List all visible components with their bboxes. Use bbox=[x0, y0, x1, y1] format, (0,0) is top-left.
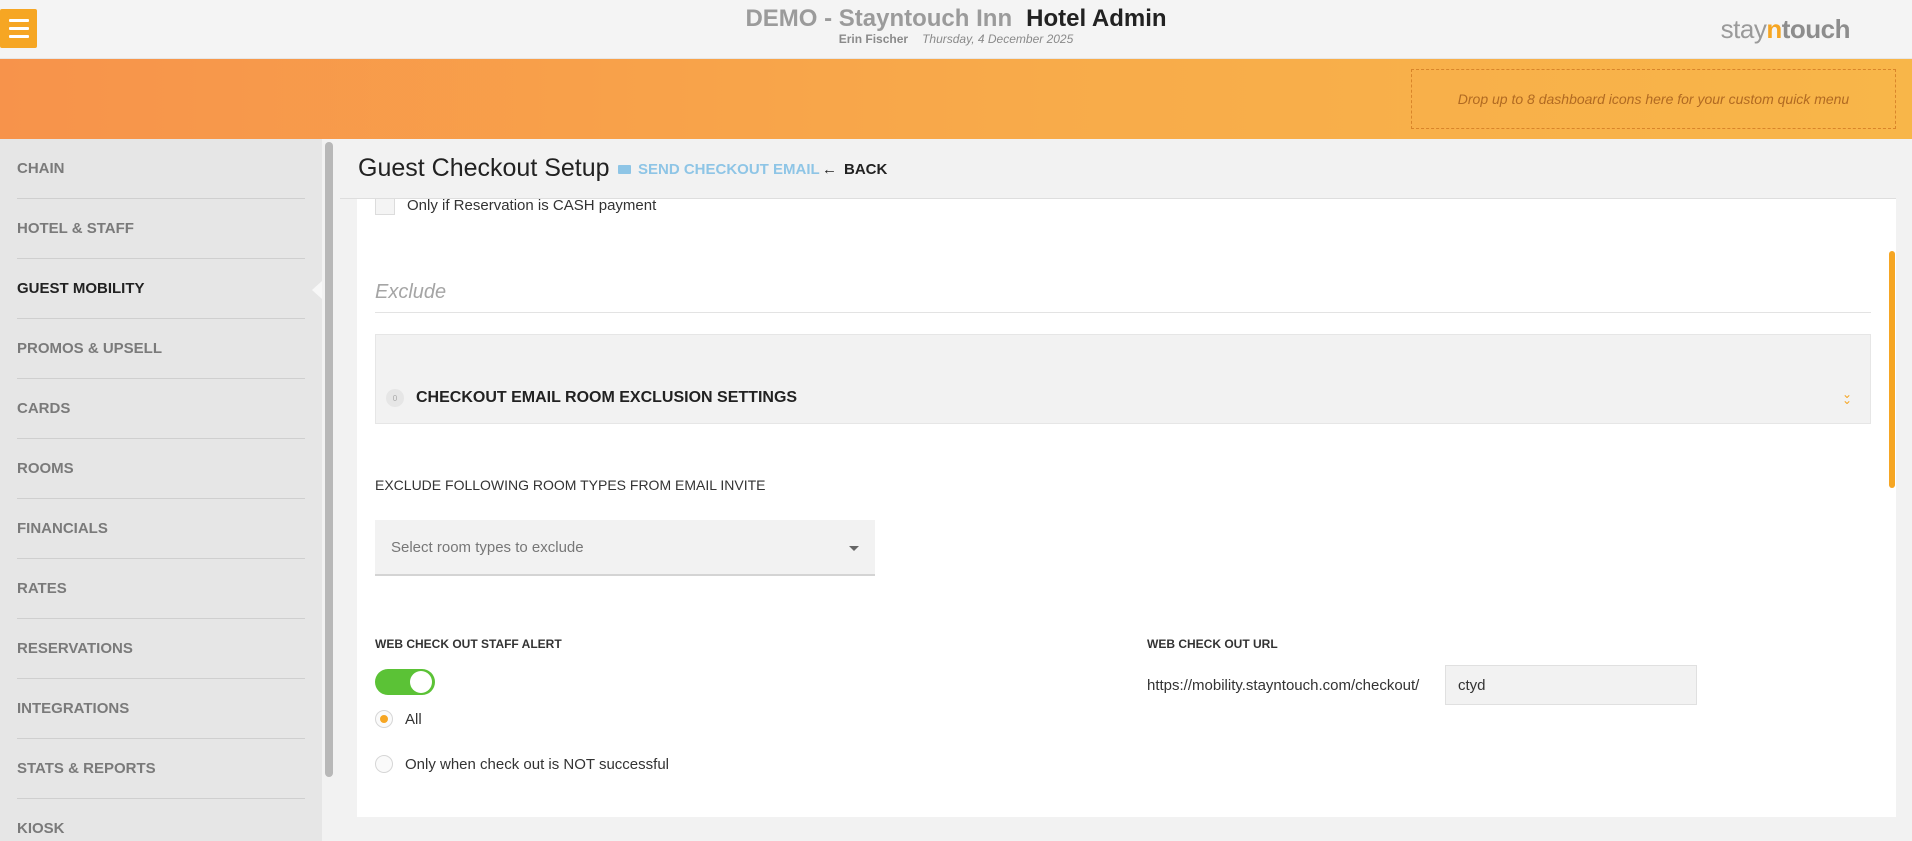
logo-part-stay: stay bbox=[1720, 14, 1767, 44]
sidebar-item-label: KIOSK bbox=[17, 820, 65, 837]
room-types-select-placeholder: Select room types to exclude bbox=[391, 538, 584, 556]
back-button[interactable]: ← BACK bbox=[822, 161, 887, 178]
top-header: DEMO - Stayntouch Inn Hotel Admin Erin Fi… bbox=[0, 0, 1912, 59]
user-name: Erin Fischer bbox=[838, 32, 909, 46]
sidebar-item-label: RESERVATIONS bbox=[17, 640, 133, 657]
main-content: Guest Checkout Setup SEND CHECKOUT EMAIL… bbox=[340, 139, 1912, 841]
sidebar-item-kiosk[interactable]: KIOSK bbox=[17, 799, 305, 841]
sidebar-item-label: RATES bbox=[17, 580, 67, 597]
checkout-url-label: WEB CHECK OUT URL bbox=[1147, 637, 1278, 651]
sidebar-item-guest-mobility[interactable]: GUEST MOBILITY bbox=[17, 259, 322, 319]
quick-menu-bar: Drop up to 8 dashboard icons here for yo… bbox=[0, 59, 1912, 139]
mail-icon bbox=[618, 165, 631, 174]
sidebar-item-promos-upsell[interactable]: PROMOS & UPSELL bbox=[17, 319, 305, 379]
staff-alert-label: WEB CHECK OUT STAFF ALERT bbox=[375, 637, 562, 651]
logo-part-touch: touch bbox=[1781, 14, 1851, 44]
main-scrollbar[interactable] bbox=[1889, 251, 1895, 488]
exclude-room-types-label: EXCLUDE FOLLOWING ROOM TYPES FROM EMAIL … bbox=[375, 477, 766, 493]
current-date: Thursday, 4 December 2025 bbox=[922, 32, 1074, 46]
stayntouch-logo: stayntouch bbox=[1720, 14, 1851, 45]
sidebar-item-chain[interactable]: CHAIN bbox=[17, 139, 305, 199]
page-header: Guest Checkout Setup SEND CHECKOUT EMAIL… bbox=[340, 139, 1896, 199]
sidebar-item-label: FINANCIALS bbox=[17, 520, 108, 537]
sidebar-item-rooms[interactable]: ROOMS bbox=[17, 439, 305, 499]
sidebar-item-label: CARDS bbox=[17, 400, 71, 417]
radio-not-successful-label: Only when check out is NOT successful bbox=[405, 755, 669, 773]
sidebar-item-label: PROMOS & UPSELL bbox=[17, 340, 163, 357]
sidebar-item-label: STATS & REPORTS bbox=[17, 760, 156, 777]
sidebar-item-label: CHAIN bbox=[17, 160, 65, 177]
page-title: Guest Checkout Setup bbox=[358, 154, 610, 182]
back-label: BACK bbox=[844, 161, 888, 178]
sidebar-item-reservations[interactable]: RESERVATIONS bbox=[17, 619, 305, 679]
sidebar-list: CHAIN HOTEL & STAFF GUEST MOBILITY PROMOS &… bbox=[0, 139, 322, 841]
send-checkout-email-label: SEND CHECKOUT EMAIL bbox=[638, 161, 820, 178]
sidebar-item-label: HOTEL & STAFF bbox=[17, 220, 134, 237]
sidebar-item-label: INTEGRATIONS bbox=[17, 700, 130, 717]
staff-alert-toggle[interactable] bbox=[375, 669, 435, 695]
room-types-select[interactable]: Select room types to exclude bbox=[375, 520, 875, 576]
app-title: DEMO - Stayntouch Inn Hotel Admin bbox=[0, 5, 1912, 33]
accordion-count-badge: 0 bbox=[386, 389, 404, 407]
settings-panel: Only if Reservation is CASH payment Excl… bbox=[357, 199, 1896, 817]
sidebar-scrollbar[interactable] bbox=[325, 142, 333, 777]
arrow-left-icon: ← bbox=[822, 161, 837, 178]
radio-all[interactable] bbox=[375, 710, 393, 728]
app-name: Hotel Admin bbox=[1026, 5, 1167, 32]
send-checkout-email-button[interactable]: SEND CHECKOUT EMAIL bbox=[618, 161, 820, 178]
staff-alert-option-not-successful[interactable]: Only when check out is NOT successful bbox=[375, 755, 669, 773]
cash-only-label: Only if Reservation is CASH payment bbox=[407, 199, 657, 214]
cash-only-checkbox[interactable] bbox=[375, 199, 395, 215]
cash-only-row[interactable]: Only if Reservation is CASH payment bbox=[375, 199, 656, 215]
toggle-knob bbox=[410, 671, 432, 693]
checkout-url-prefix: https://mobility.stayntouch.com/checkout… bbox=[1147, 677, 1420, 694]
sidebar-item-hotel-staff[interactable]: HOTEL & STAFF bbox=[17, 199, 305, 259]
radio-not-successful[interactable] bbox=[375, 755, 393, 773]
sidebar-item-integrations[interactable]: INTEGRATIONS bbox=[17, 679, 305, 739]
logo-part-n: n bbox=[1766, 14, 1782, 44]
hotel-name: DEMO - Stayntouch Inn bbox=[745, 5, 1013, 32]
room-exclusion-accordion[interactable]: 0 CHECKOUT EMAIL ROOM EXCLUSION SETTINGS… bbox=[375, 334, 1871, 424]
sidebar-item-label: ROOMS bbox=[17, 460, 74, 477]
sidebar: CHAIN HOTEL & STAFF GUEST MOBILITY PROMOS &… bbox=[0, 139, 322, 841]
staff-alert-option-all[interactable]: All bbox=[375, 710, 422, 728]
sidebar-item-stats-reports[interactable]: STATS & REPORTS bbox=[17, 739, 305, 799]
sidebar-item-label: GUEST MOBILITY bbox=[17, 280, 145, 297]
caret-down-icon bbox=[849, 546, 859, 551]
sidebar-item-cards[interactable]: CARDS bbox=[17, 379, 305, 439]
checkout-url-input[interactable] bbox=[1445, 665, 1697, 705]
sidebar-item-rates[interactable]: RATES bbox=[17, 559, 305, 619]
double-chevron-down-icon[interactable]: ⌄ ⌄ bbox=[1842, 388, 1852, 406]
app-subtitle: Erin Fischer Thursday, 4 December 2025 bbox=[0, 32, 1912, 46]
sidebar-item-financials[interactable]: FINANCIALS bbox=[17, 499, 305, 559]
radio-all-label: All bbox=[405, 710, 422, 728]
accordion-title: CHECKOUT EMAIL ROOM EXCLUSION SETTINGS bbox=[416, 389, 798, 406]
exclude-section-heading: Exclude bbox=[375, 281, 1871, 313]
quick-menu-dropzone[interactable]: Drop up to 8 dashboard icons here for yo… bbox=[1411, 69, 1896, 129]
